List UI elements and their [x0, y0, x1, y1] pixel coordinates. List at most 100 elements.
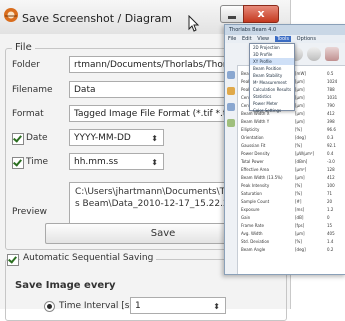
table-cell-unit: [%] [295, 127, 302, 132]
table-cell-value: 96.6 [327, 127, 336, 132]
menu-item-active[interactable]: Tools [274, 36, 292, 42]
table-row: Exposure [ms] 1.2 [239, 205, 345, 213]
table-cell-unit: [%] [295, 183, 302, 188]
table-cell-name: Beam Angle [241, 247, 266, 252]
time-spinner-icon: ⬍ [151, 158, 158, 167]
table-cell-value: 790 [327, 103, 335, 108]
table-cell-name: Total Power [241, 159, 264, 164]
time-interval-field[interactable]: 1 ⬍ [130, 297, 226, 314]
interval-spinner-icon: ⬍ [213, 302, 220, 311]
table-cell-unit: [µm] [295, 87, 305, 92]
table-cell-value: 71 [327, 191, 333, 196]
time-label: Time [26, 157, 49, 167]
table-cell-name: Saturation [241, 191, 262, 196]
dropdown-menu-item[interactable]: Beam Stability [250, 72, 294, 79]
dropdown-menu-item[interactable]: Beam Position [250, 65, 294, 72]
table-cell-unit: [µm] [295, 79, 305, 84]
auto-save-label: Automatic Sequential Saving [20, 253, 157, 263]
table-cell-value: 1024 [327, 79, 338, 84]
menu-item[interactable]: Options [297, 36, 316, 42]
table-cell-unit: [µm] [295, 119, 305, 124]
dropdown-menu-item[interactable]: Calculation Results [250, 86, 294, 93]
table-cell-unit: [µm] [295, 111, 305, 116]
toolbar-icon[interactable] [325, 47, 339, 61]
app-sidebar [225, 65, 238, 274]
dropdown-menu-item[interactable]: XY Profile [250, 58, 294, 65]
table-cell-name: Power Density [241, 151, 270, 156]
toolbar-icon[interactable] [307, 47, 321, 61]
menu-item[interactable]: File [228, 36, 236, 42]
table-cell-name: Beam Width Y [241, 119, 270, 124]
table-cell-value: 412 [327, 111, 335, 116]
sidebar-icon[interactable] [227, 87, 235, 95]
table-cell-unit: [fps] [295, 223, 305, 228]
dropdown-menu-item[interactable]: 2D Projection [250, 44, 294, 51]
minimize-button[interactable] [220, 5, 244, 23]
filename-label: Filename [12, 85, 53, 95]
table-row: Ellipticity [%] 96.6 [239, 125, 345, 133]
dropdown-menu-item[interactable]: 3D Profile [250, 51, 294, 58]
close-button[interactable]: x [243, 5, 279, 23]
dialog-title: Save Screenshot / Diagram [22, 12, 172, 25]
filename-value: Data [74, 85, 96, 95]
table-cell-value: 20 [327, 199, 333, 204]
table-cell-value: 0.4 [327, 151, 334, 156]
minimize-icon [228, 16, 236, 19]
table-cell-name: Avg. Width [241, 231, 263, 236]
date-checkbox[interactable] [12, 133, 24, 145]
app-titlebar: Thorlabs Beam 4.0 [225, 25, 345, 35]
table-cell-value: 412 [327, 175, 335, 180]
table-cell-value: -3.0 [327, 159, 335, 164]
table-row: Peak Intensity [%] 100 [239, 181, 345, 189]
sidebar-icon[interactable] [227, 71, 235, 79]
table-row: Sample Count [#] 20 [239, 197, 345, 205]
table-cell-value: 398 [327, 119, 335, 124]
table-row: Power Density [µW/µm²] 0.4 [239, 149, 345, 157]
table-cell-unit: [deg] [295, 135, 306, 140]
save-every-heading: Save Image every [15, 280, 116, 291]
table-cell-name: Sample Count [241, 199, 270, 204]
table-row: Frame Rate [fps] 15 [239, 221, 345, 229]
table-row: Std. Deviation [%] 1.4 [239, 237, 345, 245]
date-format-select[interactable]: YYYY-MM-DD ⬍ [69, 129, 164, 146]
dropdown-menu-item[interactable]: M² Measurement [250, 79, 294, 86]
dropdown-menu-item[interactable]: Power Meter [250, 100, 294, 107]
time-format-select[interactable]: hh.mm.ss ⬍ [69, 153, 164, 170]
folder-label: Folder [12, 60, 40, 70]
table-cell-value: 788 [327, 87, 335, 92]
table-cell-value: 92.1 [327, 143, 336, 148]
table-cell-name: Effective Area [241, 167, 269, 172]
table-cell-unit: [µm²] [295, 167, 307, 172]
format-label: Format [12, 109, 44, 119]
time-checkbox[interactable] [12, 157, 24, 169]
table-cell-value: 1031 [327, 95, 338, 100]
table-cell-unit: [µm] [295, 103, 305, 108]
dropdown-menu-item[interactable]: Statistics [250, 93, 294, 100]
menu-item[interactable]: View [257, 36, 269, 42]
table-cell-unit: [dBm] [295, 159, 308, 164]
table-cell-name: Beam Width (13.5%) [241, 175, 283, 180]
time-format-value: hh.mm.ss [74, 157, 119, 167]
table-cell-value: 15 [327, 223, 333, 228]
menu-item[interactable]: Edit [242, 36, 252, 42]
date-spinner-icon: ⬍ [151, 134, 158, 143]
auto-save-checkbox[interactable] [7, 254, 19, 266]
format-value: Tagged Image File Format (*.tif *.tiff) [74, 109, 239, 119]
background-app-window[interactable]: Thorlabs Beam 4.0 File Edit View Tools O… [224, 24, 345, 275]
table-cell-name: Exposure [241, 207, 260, 212]
close-icon: x [257, 7, 265, 20]
table-cell-value: 1.4 [327, 239, 334, 244]
time-interval-radio[interactable] [44, 301, 55, 312]
sidebar-icon[interactable] [227, 103, 235, 111]
sidebar-icon[interactable] [227, 119, 235, 127]
file-group-title: File [12, 42, 35, 53]
table-cell-value: 0 [327, 215, 330, 220]
app-icon [4, 8, 18, 22]
table-row: Total Power [dBm] -3.0 [239, 157, 345, 165]
table-row: Gain [dB] 0 [239, 213, 345, 221]
table-cell-name: Frame Rate [241, 223, 264, 228]
table-cell-value: 1.2 [327, 207, 334, 212]
dropdown-menu-item[interactable]: Color Settings [250, 107, 294, 114]
table-cell-name: Gaussian Fit [241, 143, 266, 148]
table-cell-value: 128 [327, 167, 335, 172]
